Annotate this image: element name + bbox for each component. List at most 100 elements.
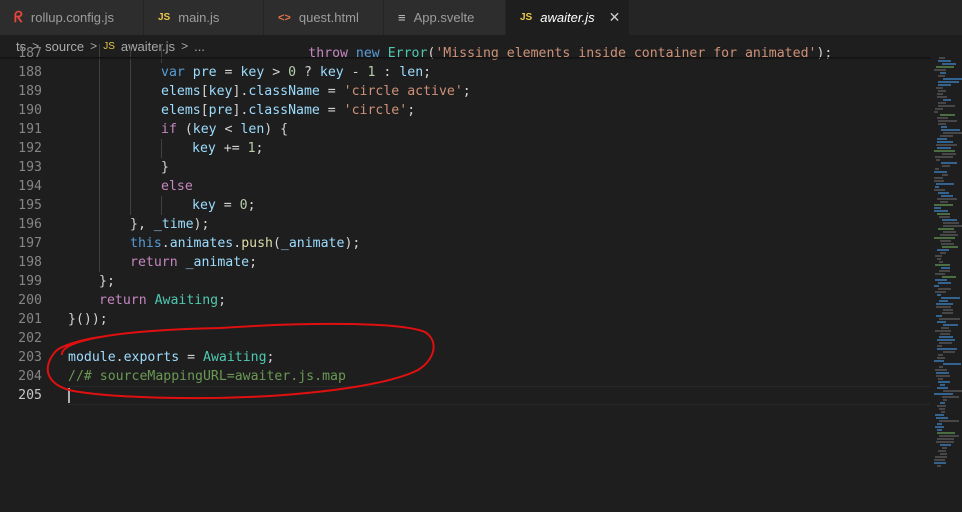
code-line[interactable]: 192 key += 1; — [0, 139, 930, 158]
svelte-icon: ≡ — [398, 10, 406, 25]
code-line[interactable]: 198 return _animate; — [0, 253, 930, 272]
indent-guide — [161, 196, 162, 215]
code-text: var pre = key > 0 ? key - 1 : len; — [161, 65, 432, 80]
code-line[interactable]: 194 else — [0, 177, 930, 196]
tab-label: rollup.config.js — [30, 10, 114, 25]
code-line[interactable]: 201}()); — [0, 310, 930, 329]
minimap-line — [943, 324, 958, 326]
minimap-line — [942, 219, 957, 221]
indent-guide — [130, 82, 131, 101]
code-line[interactable]: 197 this.animates.push(_animate); — [0, 234, 930, 253]
minimap-line — [934, 150, 955, 152]
indent-guide — [99, 253, 100, 272]
minimap-line — [935, 279, 947, 281]
minimap-line — [943, 351, 955, 353]
code-line[interactable]: 202 — [0, 329, 930, 348]
minimap-line — [940, 252, 946, 254]
line-number: 198 — [18, 255, 42, 270]
minimap-line — [941, 297, 960, 299]
minimap-line — [935, 156, 953, 158]
code-line[interactable]: 191 if (key < len) { — [0, 120, 930, 139]
close-icon[interactable]: ✕ — [609, 9, 621, 26]
minimap-line — [935, 414, 944, 416]
minimap-line — [939, 261, 943, 263]
minimap-line — [938, 105, 955, 107]
code-text: throw new Error('Missing elements inside… — [308, 46, 833, 61]
minimap-line — [935, 273, 945, 275]
line-number: 191 — [18, 122, 42, 137]
minimap-line — [943, 99, 951, 101]
minimap-line — [939, 366, 943, 368]
minimap-line — [938, 60, 951, 62]
minimap-line — [934, 285, 939, 287]
minimap-line — [942, 153, 956, 155]
breadcrumb-shadow — [0, 57, 930, 60]
minimap-line — [940, 444, 951, 446]
code-line[interactable]: 196}, _time); — [0, 215, 930, 234]
line-number: 205 — [18, 388, 42, 403]
text-cursor — [68, 388, 70, 403]
tab-app-svelte[interactable]: ≡ App.svelte — [384, 0, 506, 35]
code-line[interactable]: 188 var pre = key > 0 ? key - 1 : len; — [0, 63, 930, 82]
code-line[interactable]: 187 throw new Error('Missing elements ins… — [0, 44, 930, 63]
tab-main-js[interactable]: JS main.js — [144, 0, 264, 35]
minimap-line — [938, 288, 951, 290]
code-line[interactable]: 200 return Awaiting; — [0, 291, 930, 310]
code-line[interactable]: 203 module.exports = Awaiting; — [0, 348, 930, 367]
minimap-line — [937, 249, 949, 251]
minimap[interactable] — [930, 57, 962, 512]
code-text: module.exports = Awaiting; — [68, 350, 275, 365]
line-number: 200 — [18, 293, 42, 308]
minimap-line — [934, 210, 948, 212]
line-number: 204 — [18, 369, 42, 384]
code-line[interactable]: 195 key = 0; — [0, 196, 930, 215]
indent-guide — [99, 101, 100, 120]
line-number: 199 — [18, 274, 42, 289]
minimap-line — [934, 189, 945, 191]
code-text: //# sourceMappingURL=awaiter.js.map — [68, 369, 346, 384]
minimap-line — [943, 363, 961, 365]
minimap-line — [935, 369, 947, 371]
current-line-highlight — [68, 386, 930, 405]
minimap-line — [940, 333, 950, 335]
minimap-line — [938, 354, 943, 356]
minimap-line — [939, 216, 950, 218]
indent-guide — [130, 139, 131, 158]
minimap-line — [934, 171, 947, 173]
minimap-line — [934, 237, 955, 239]
minimap-line — [936, 417, 948, 419]
minimap-line — [943, 78, 962, 80]
minimap-line — [941, 129, 960, 131]
line-number: 195 — [18, 198, 42, 213]
tab-quest-html[interactable]: <> quest.html — [264, 0, 384, 35]
line-number: 203 — [18, 350, 42, 365]
code-line[interactable]: 189 elems[key].className = 'circle active… — [0, 82, 930, 101]
minimap-line — [940, 135, 953, 137]
indent-guide — [99, 120, 100, 139]
line-number: 202 — [18, 331, 42, 346]
minimap-line — [938, 123, 946, 125]
minimap-line — [934, 177, 943, 179]
minimap-line — [939, 336, 953, 338]
code-line[interactable]: 204 //# sourceMappingURL=awaiter.js.map — [0, 367, 930, 386]
minimap-line — [937, 138, 947, 140]
line-number: 190 — [18, 103, 42, 118]
minimap-line — [943, 231, 956, 233]
minimap-line — [941, 267, 950, 269]
code-editor[interactable]: 187 throw new Error('Missing elements ins… — [0, 44, 930, 512]
minimap-line — [939, 420, 959, 422]
code-text: return Awaiting; — [99, 293, 227, 308]
minimap-line — [940, 384, 945, 386]
minimap-line — [936, 372, 949, 374]
code-line[interactable]: 193} — [0, 158, 930, 177]
code-line[interactable]: 205 — [0, 386, 930, 405]
minimap-line — [934, 462, 946, 464]
tab-awaiter-js[interactable]: JS awaiter.js ✕ — [506, 0, 630, 35]
minimap-line — [938, 282, 951, 284]
indent-guide — [99, 44, 100, 63]
code-line[interactable]: 199}; — [0, 272, 930, 291]
code-line[interactable]: 190 elems[pre].className = 'circle'; — [0, 101, 930, 120]
tab-rollup-config[interactable]: ᖇ rollup.config.js — [0, 0, 144, 35]
minimap-line — [940, 114, 955, 116]
minimap-line — [936, 306, 951, 308]
